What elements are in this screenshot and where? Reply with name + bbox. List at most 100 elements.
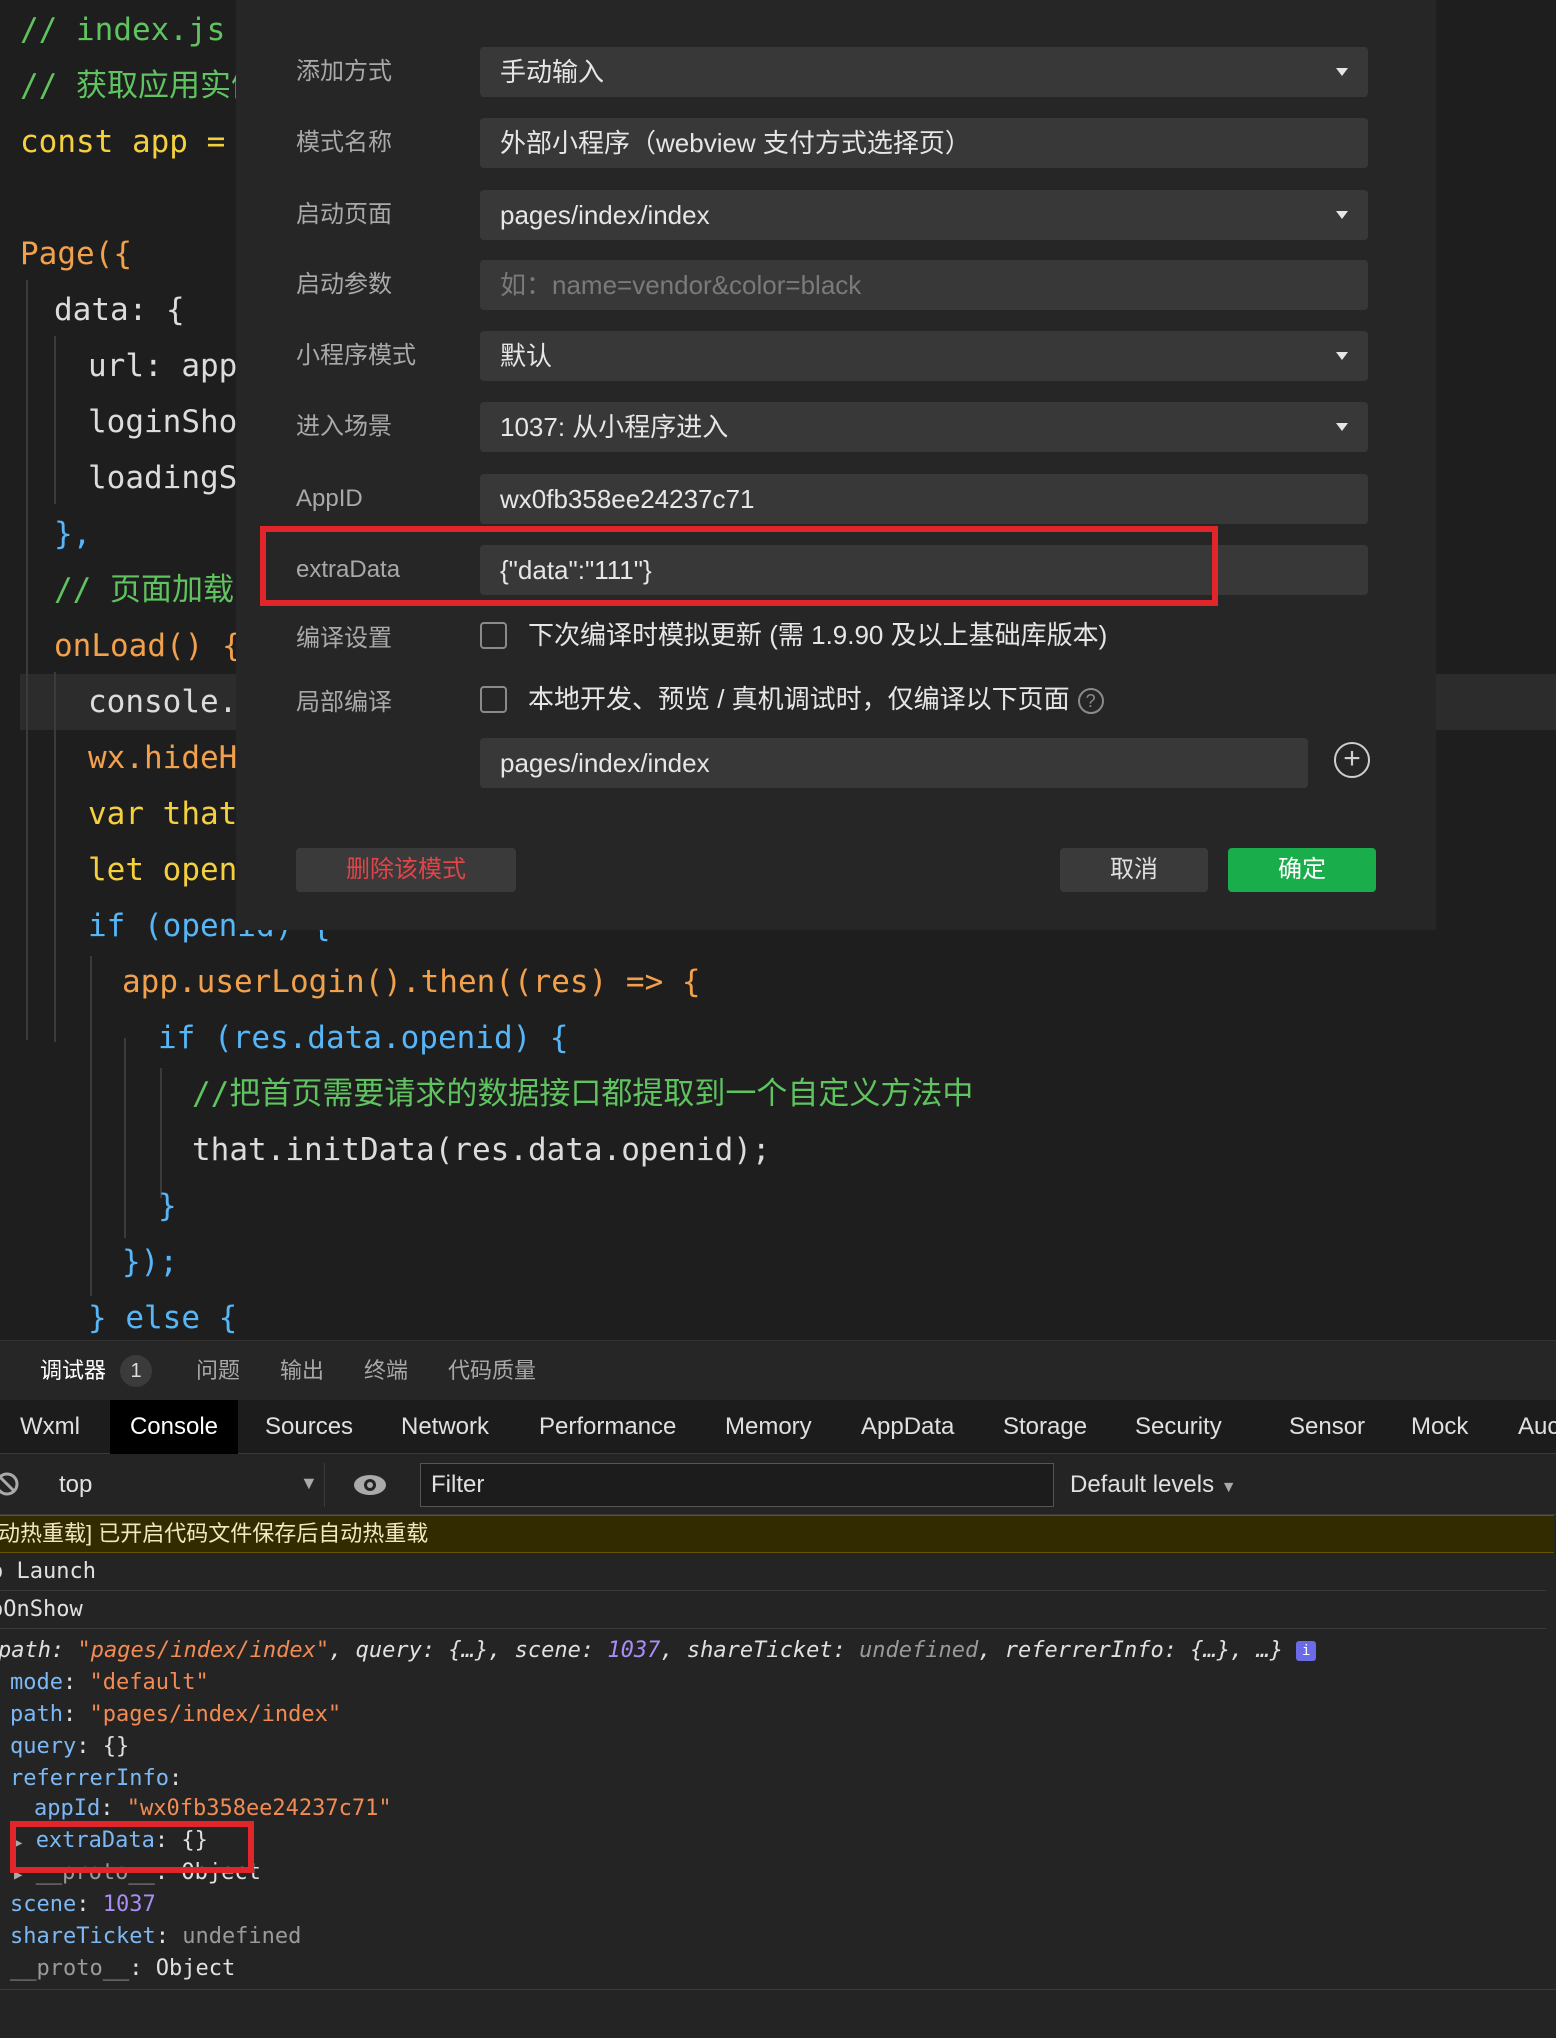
tab-code-quality[interactable]: 代码质量 bbox=[448, 1341, 536, 1401]
chevron-down-icon bbox=[1336, 211, 1348, 219]
code-line-16: let openi bbox=[88, 842, 256, 898]
help-icon[interactable]: ? bbox=[1077, 688, 1104, 715]
simulate-update-text: 下次编译时模拟更新 (需 1.9.90 及以上基础库版本) bbox=[528, 620, 1108, 650]
add-method-label: 添加方式 bbox=[296, 58, 392, 85]
code-line-2: // 获取应用实例 bbox=[20, 58, 262, 114]
extra-data-highlight-box bbox=[260, 526, 1218, 606]
code-line-12: onLoad() { bbox=[54, 618, 241, 674]
prop-key: scene bbox=[10, 1892, 77, 1917]
indent-guide bbox=[124, 1038, 126, 1238]
console-text: Launch bbox=[16, 1559, 96, 1584]
tab-debugger[interactable]: 调试器 bbox=[40, 1341, 106, 1401]
tab-output[interactable]: 输出 bbox=[280, 1341, 324, 1401]
code-text: }, bbox=[54, 516, 92, 552]
code-line-10: }, bbox=[54, 506, 91, 562]
summary-value: …} bbox=[1256, 1638, 1283, 1663]
tab-storage[interactable]: Storage bbox=[1003, 1400, 1087, 1454]
code-comment: // 获取应用实例 bbox=[20, 68, 262, 104]
start-page-select[interactable]: pages/index/index bbox=[480, 190, 1368, 240]
console-line: oOnShow bbox=[0, 1591, 1546, 1629]
scene-value: 1037: 从小程序进入 bbox=[500, 412, 729, 442]
console-prop-query: query: {} bbox=[10, 1734, 130, 1759]
prop-value: undefined bbox=[182, 1924, 302, 1949]
tab-sensor[interactable]: Sensor bbox=[1289, 1400, 1365, 1454]
partial-compile-checkbox[interactable] bbox=[480, 686, 507, 713]
partial-compile-label: 局部编译 bbox=[296, 689, 392, 716]
start-page-value: pages/index/index bbox=[500, 200, 710, 230]
console-prop-shareticket: shareTicket: undefined bbox=[10, 1924, 302, 1949]
confirm-button[interactable]: 确定 bbox=[1228, 848, 1376, 892]
extradata-highlight-box bbox=[10, 1821, 254, 1873]
console-prop-proto[interactable]: __proto__: Object bbox=[10, 1953, 1556, 1985]
delete-mode-button[interactable]: 删除该模式 bbox=[296, 848, 516, 892]
partial-page-input[interactable]: pages/index/index bbox=[480, 738, 1308, 788]
simulate-update-checkbox[interactable] bbox=[480, 622, 507, 649]
code-text: }); bbox=[122, 1244, 178, 1280]
mode-name-input[interactable]: 外部小程序（webview 支付方式选择页） bbox=[480, 118, 1368, 168]
code-line-5: Page({ bbox=[20, 226, 132, 282]
tab-wxml[interactable]: Wxml bbox=[20, 1400, 80, 1454]
code-text: app.userLogin().then((res) => { bbox=[122, 964, 701, 1000]
code-text: let openi bbox=[88, 852, 256, 888]
summary-value: {…} bbox=[1190, 1638, 1230, 1663]
console-prop-referrer[interactable]: referrerInfo: bbox=[10, 1763, 1556, 1795]
chevron-down-icon bbox=[1336, 423, 1348, 431]
caret-down-icon: ▼ bbox=[300, 1473, 318, 1493]
start-params-input[interactable]: 如：name=vendor&color=black bbox=[480, 260, 1368, 310]
code-line-24: } else { bbox=[88, 1290, 237, 1340]
tab-performance[interactable]: Performance bbox=[539, 1400, 676, 1454]
code-text: Page({ bbox=[20, 236, 132, 272]
tab-memory[interactable]: Memory bbox=[725, 1400, 812, 1454]
code-line-21: that.initData(res.data.openid); bbox=[192, 1122, 771, 1178]
appid-value: wx0fb358ee24237c71 bbox=[500, 484, 755, 514]
code-text: url: app. bbox=[88, 348, 256, 384]
tab-security[interactable]: Security bbox=[1135, 1400, 1222, 1454]
tab-problems[interactable]: 问题 bbox=[196, 1341, 240, 1401]
prop-key: path bbox=[10, 1702, 63, 1727]
chevron-down-icon bbox=[1336, 352, 1348, 360]
console-text: OnShow bbox=[3, 1597, 83, 1622]
summary-value: {…} bbox=[448, 1638, 489, 1663]
indent-guide bbox=[90, 956, 92, 1296]
tab-audits[interactable]: Auc bbox=[1518, 1400, 1556, 1454]
code-text: var that bbox=[88, 796, 238, 832]
prop-value: "pages/index/index" bbox=[89, 1702, 342, 1727]
console-line: o Launch bbox=[0, 1553, 1546, 1591]
code-line-7: url: app. bbox=[88, 338, 256, 394]
code-line-9: loadingSh bbox=[88, 450, 256, 506]
summary-key: referrerInfo bbox=[1004, 1638, 1164, 1663]
tab-sources[interactable]: Sources bbox=[265, 1400, 353, 1454]
debugger-badge: 1 bbox=[120, 1355, 152, 1387]
tab-network[interactable]: Network bbox=[401, 1400, 489, 1454]
console-warning: 动热重载] 已开启代码文件保存后自动热重载 bbox=[0, 1515, 1554, 1553]
tab-appdata[interactable]: AppData bbox=[861, 1400, 954, 1454]
console-prop-path: path: "pages/index/index" bbox=[10, 1702, 342, 1727]
tab-mock[interactable]: Mock bbox=[1411, 1400, 1468, 1454]
eye-icon[interactable] bbox=[352, 1473, 388, 1497]
tab-terminal[interactable]: 终端 bbox=[364, 1341, 408, 1401]
mini-mode-select[interactable]: 默认 bbox=[480, 331, 1368, 381]
context-select[interactable]: top ▼ bbox=[38, 1463, 325, 1507]
filter-input[interactable]: Filter bbox=[420, 1463, 1054, 1507]
code-text: that.initData(res.data.openid); bbox=[192, 1132, 771, 1168]
appid-input[interactable]: wx0fb358ee24237c71 bbox=[480, 474, 1368, 524]
console-object-summary[interactable]: path: "pages/index/index", query: {…}, s… bbox=[0, 1635, 1554, 1667]
info-icon[interactable]: i bbox=[1296, 1641, 1317, 1661]
compile-mode-dialog: 添加方式 手动输入 模式名称 外部小程序（webview 支付方式选择页） 启动… bbox=[236, 0, 1436, 930]
cancel-button[interactable]: 取消 bbox=[1060, 848, 1208, 892]
prop-value: "default" bbox=[89, 1670, 209, 1695]
code-line-8: loginShow bbox=[88, 394, 256, 450]
scene-select[interactable]: 1037: 从小程序进入 bbox=[480, 402, 1368, 452]
code-line-22: } bbox=[158, 1178, 177, 1234]
summary-key: shareTicket bbox=[686, 1638, 833, 1663]
add-page-plus-icon[interactable]: + bbox=[1334, 742, 1370, 778]
mode-name-value: 外部小程序（webview 支付方式选择页） bbox=[500, 128, 971, 158]
code-line-15: var that bbox=[88, 786, 237, 842]
tab-console[interactable]: Console bbox=[110, 1400, 238, 1454]
console-filter-bar: top ▼ Filter Default levels ▼ bbox=[0, 1455, 1556, 1515]
compile-settings-label: 编译设置 bbox=[296, 625, 392, 652]
console-prop-scene: scene: 1037 bbox=[10, 1892, 156, 1917]
log-levels-select[interactable]: Default levels ▼ bbox=[1070, 1463, 1237, 1507]
add-method-select[interactable]: 手动输入 bbox=[480, 47, 1368, 97]
clear-console-icon[interactable] bbox=[0, 1471, 20, 1497]
